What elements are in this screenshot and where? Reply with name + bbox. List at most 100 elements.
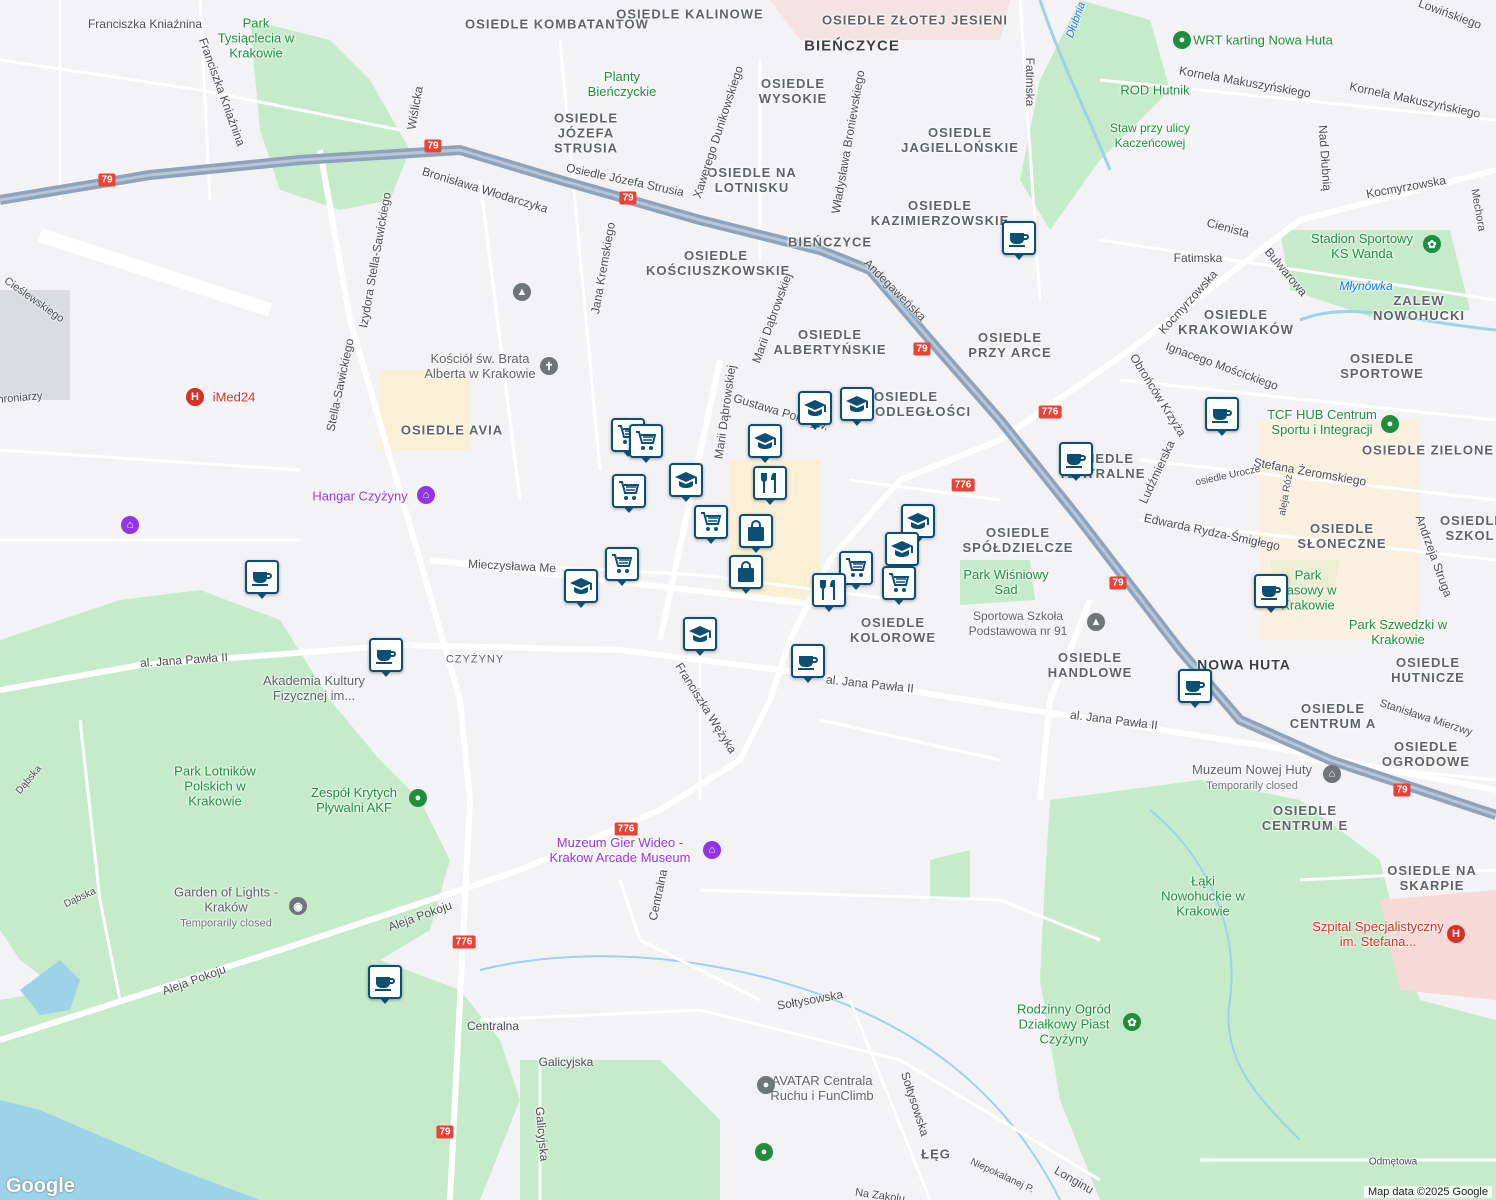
restaurant-marker[interactable] [753, 466, 787, 505]
poi-park-tysiaclecia[interactable]: Park Tysiąclecia w Krakowie [211, 16, 301, 61]
museum-icon[interactable]: ⌂ [417, 486, 435, 504]
map-canvas[interactable]: OSIEDLE KOMBATANTÓW OSIEDLE KALINOWE OSI… [0, 0, 1496, 1200]
road-label: Franciszka Kniaźnina [87, 17, 203, 31]
museum-icon[interactable]: ⌂ [121, 516, 139, 534]
museum-icon[interactable]: ⌂ [1323, 765, 1341, 783]
shop-marker[interactable] [882, 566, 916, 605]
school-marker[interactable] [798, 391, 832, 430]
school-marker[interactable] [669, 463, 703, 502]
stadium-icon[interactable]: ✿ [1423, 235, 1441, 253]
hospital-icon[interactable]: H [186, 388, 204, 406]
school-marker[interactable] [564, 569, 598, 608]
poi-wrt-karting[interactable]: WRT karting Nowa Huta [1193, 33, 1333, 48]
poi-laki-nowohuckie[interactable]: Łąki Nowohuckie w Krakowie [1158, 874, 1248, 919]
poi-zespol-krytych-plywalni[interactable]: Zespół Krytych Pływalni AKF [299, 785, 409, 815]
poi-rod-piast-czyzyny[interactable]: Rodzinny Ogród Działkowy Piast Czyżyny [999, 1002, 1129, 1047]
cafe-marker[interactable] [1205, 397, 1239, 436]
school-marker[interactable] [840, 387, 874, 426]
school-icon [688, 622, 712, 646]
school-marker[interactable] [683, 617, 717, 656]
district-label-bienczyce: BIEŃCZYCE [804, 37, 900, 55]
cafe-icon [1210, 402, 1234, 426]
district-label-zalew-nowohucki: ZALEW NOWOHUCKI [1372, 293, 1466, 323]
shop-icon [699, 510, 723, 534]
district-label-osiedle-zlotej-jesieni: OSIEDLE ZŁOTEJ JESIENI [822, 12, 1008, 28]
cafe-marker[interactable] [1254, 574, 1288, 613]
poi-park-szwedzki[interactable]: Park Szwedzki w Krakowie [1343, 617, 1453, 647]
restaurant-icon [817, 578, 841, 602]
poi-szpital-specjalistyczny[interactable]: Szpital Specjalistyczny im. Stefana... [1303, 919, 1453, 949]
cafe-icon [1183, 674, 1207, 698]
poi-kosciol-brata-alberta[interactable]: Kościół św. Brata Alberta w Krakowie [415, 351, 545, 381]
cafe-marker[interactable] [791, 644, 825, 683]
cafe-marker[interactable] [1178, 669, 1212, 708]
district-label-osiedle-sloneczne: OSIEDLE SŁONECZNE [1297, 521, 1387, 551]
sports-icon[interactable]: ● [1381, 415, 1399, 433]
school-marker[interactable] [885, 532, 919, 571]
bag-marker[interactable] [729, 555, 763, 594]
school-icon[interactable]: ▲ [1087, 613, 1105, 631]
hospital-icon[interactable]: H [1447, 925, 1465, 943]
park-icon[interactable]: ● [1173, 31, 1191, 49]
poi-note: Temporarily closed [180, 917, 272, 930]
route-shield-79: 79 [913, 342, 931, 356]
poi-muzeum-gier-wideo[interactable]: Muzeum Gier Wideo - Krakow Arcade Museum [535, 835, 705, 865]
garden-icon[interactable]: ✿ [1123, 1013, 1141, 1031]
museum-icon[interactable]: ⌂ [703, 841, 721, 859]
poi-staw-kaczencowej[interactable]: Staw przy ulicy Kaczeńcowej [1095, 121, 1205, 151]
route-shield-79: 79 [424, 139, 442, 153]
shop-marker[interactable] [694, 505, 728, 544]
district-label-osiedle-krakowiakow: OSIEDLE KRAKOWIAKÓW [1178, 307, 1294, 337]
poi-rod-hutnik[interactable]: ROD Hutnik [1120, 83, 1189, 98]
district-label-osiedle-centrum-a: OSIEDLE CENTRUM A [1289, 701, 1377, 731]
poi-planty-bienczyckie[interactable]: Planty Bieńczyckie [577, 69, 667, 99]
district-label-osiedle-jagiellonskie: OSIEDLE JAGIELLOŃSKIE [901, 125, 1019, 155]
poi-sportowa-szkola-91[interactable]: Sportowa Szkoła Podstawowa nr 91 [953, 609, 1083, 639]
cafe-marker[interactable] [1002, 221, 1036, 260]
poi-avatar-funclimb[interactable]: AVATAR Centrala Ruchu i FunClimb [757, 1073, 887, 1103]
swimming-icon[interactable]: ● [409, 789, 427, 807]
shop-icon [610, 552, 634, 576]
cafe-icon [250, 565, 274, 589]
camera-icon[interactable]: ◉ [289, 897, 307, 915]
google-logo: Google [6, 1175, 75, 1197]
cafe-marker[interactable] [368, 965, 402, 1004]
bag-marker[interactable] [739, 514, 773, 553]
school-marker[interactable] [748, 424, 782, 463]
road-label: Odmętowa [1368, 1156, 1418, 1168]
poi-stadion-wanda[interactable]: Stadion Sportowy KS Wanda [1307, 231, 1417, 261]
shop-icon [844, 556, 868, 580]
cafe-marker[interactable] [245, 560, 279, 599]
poi-garden-of-lights[interactable]: Garden of Lights - Kraków Temporarily clo… [171, 885, 281, 932]
school-icon [906, 509, 930, 533]
climbing-icon[interactable]: ● [757, 1076, 775, 1094]
park-icon[interactable]: ● [755, 1143, 773, 1161]
district-label-osiedle-handlowe: OSIEDLE HANDLOWE [1047, 650, 1133, 680]
school-icon [803, 396, 827, 420]
school-icon [753, 429, 777, 453]
poi-muzeum-nowej-huty[interactable]: Muzeum Nowej Huty Temporarily closed [1182, 762, 1322, 794]
road-label: Młynówka [1339, 279, 1393, 293]
route-shield-776: 776 [614, 822, 638, 836]
district-label-osiedle-ogrodowe: OSIEDLE OGRODOWE [1381, 739, 1471, 769]
cafe-marker[interactable] [1059, 442, 1093, 481]
restaurant-marker[interactable] [812, 573, 846, 612]
poi-tcf-hub[interactable]: TCF HUB Centrum Sportu i Integracji [1262, 407, 1382, 437]
map-attribution: Map data ©2025 Google [1363, 1186, 1492, 1198]
shop-marker[interactable] [612, 474, 646, 513]
school-icon [674, 468, 698, 492]
poi-hangar-czyzyny[interactable]: Hangar Czyżyny [312, 489, 407, 504]
cafe-icon [796, 649, 820, 673]
shop-marker[interactable] [605, 547, 639, 586]
district-label-osiedle-hutnicze: OSIEDLE HUTNICZE [1391, 655, 1465, 685]
shop-marker[interactable] [629, 424, 663, 463]
poi-park-lotnikow[interactable]: Park Lotników Polskich w Krakowie [160, 764, 270, 809]
cafe-marker[interactable] [369, 638, 403, 677]
district-label-osiedle-wysokie: OSIEDLE WYSOKIE [758, 76, 828, 106]
district-label-osiedle-avia: OSIEDLE AVIA [400, 422, 504, 438]
school-icon[interactable]: ▲ [513, 283, 531, 301]
poi-imed24[interactable]: iMed24 [213, 390, 256, 405]
poi-park-wisniowy-sad[interactable]: Park Wiśniowy Sad [961, 567, 1051, 597]
district-label-czyzyny: CZYŻYNY [445, 653, 505, 666]
poi-akf[interactable]: Akademia Kultury Fizycznej im... [249, 673, 379, 703]
